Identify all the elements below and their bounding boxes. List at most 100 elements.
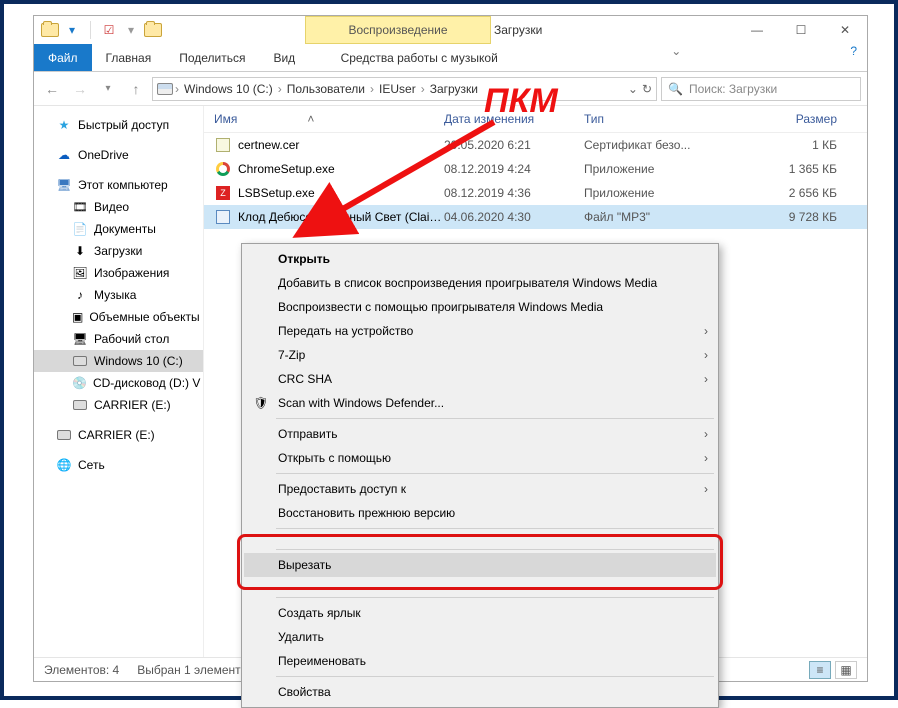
tab-share[interactable]: Поделиться — [165, 44, 259, 71]
file-name: Клод Дебюсси - Лунный Свет (Clair de... — [238, 210, 444, 224]
ctx-7zip[interactable]: 7-Zip› — [244, 343, 716, 367]
ctx-openwith[interactable]: Открыть с помощью› — [244, 446, 716, 470]
ctx-properties[interactable]: Свойства — [244, 680, 716, 704]
file-date: 04.06.2020 4:30 — [444, 210, 584, 224]
window-title: Загрузки — [494, 23, 542, 37]
ctx-add-wmp[interactable]: Добавить в список воспроизведения проигр… — [244, 271, 716, 295]
breadcrumb[interactable]: Windows 10 (C:) — [181, 82, 276, 96]
file-size: 1 365 КБ — [708, 162, 857, 176]
nav-label: Windows 10 (C:) — [94, 354, 183, 368]
ctx-defender[interactable]: 🛡Scan with Windows Defender... — [244, 391, 716, 415]
nav-this-pc[interactable]: 🖥Этот компьютер — [34, 174, 203, 196]
new-folder-icon[interactable] — [143, 20, 163, 40]
nav-carrier-e-2[interactable]: CARRIER (E:) — [34, 424, 203, 446]
column-name[interactable]: Имя˄ — [214, 112, 444, 126]
nav-network[interactable]: 🌐 Сеть — [34, 454, 203, 476]
picture-icon: 🖼 — [72, 265, 88, 281]
details-view-button[interactable]: ≡ — [809, 661, 831, 679]
desktop-icon: 🖥 — [72, 331, 88, 347]
music-icon: ♪ — [72, 287, 88, 303]
history-dropdown-icon[interactable]: ⌄ — [628, 82, 638, 96]
nav-documents[interactable]: 📄Документы — [34, 218, 203, 240]
ctx-restore[interactable]: Восстановить прежнюю версию — [244, 501, 716, 525]
file-date: 08.12.2019 4:24 — [444, 162, 584, 176]
nav-label: Сеть — [78, 458, 105, 472]
disc-icon: 💿 — [72, 375, 87, 391]
ctx-rename[interactable]: Переименовать — [244, 649, 716, 673]
tab-file[interactable]: Файл — [34, 44, 92, 71]
download-icon: ⬇ — [72, 243, 88, 259]
close-button[interactable]: ✕ — [823, 16, 867, 44]
back-button[interactable]: ← — [40, 77, 64, 101]
nav-label: Видео — [94, 200, 129, 214]
search-icon: 🔍 — [668, 82, 683, 96]
nav-drive-c[interactable]: Windows 10 (C:) — [34, 350, 203, 372]
file-type: Файл "MP3" — [584, 210, 708, 224]
address-bar[interactable]: › Windows 10 (C:) › Пользователи › IEUse… — [152, 77, 657, 101]
file-row[interactable]: ChromeSetup.exe 08.12.2019 4:24 Приложен… — [204, 157, 867, 181]
file-row[interactable]: certnew.cer 20.05.2020 6:21 Сертификат б… — [204, 133, 867, 157]
titlebar: ▾ ☑ ▾ Воспроизведение Загрузки — ☐ ✕ — [34, 16, 867, 44]
file-row-selected[interactable]: Клод Дебюсси - Лунный Свет (Clair de... … — [204, 205, 867, 229]
nav-label: Рабочий стол — [94, 332, 169, 346]
folder-icon[interactable] — [40, 20, 60, 40]
context-menu: Открыть Добавить в список воспроизведени… — [241, 243, 719, 708]
ctx-delete[interactable]: Удалить — [244, 625, 716, 649]
icons-view-button[interactable]: ▦ — [835, 661, 857, 679]
ctx-open[interactable]: Открыть — [244, 247, 716, 271]
ctx-cut[interactable]: Вырезать — [244, 553, 716, 577]
chevron-right-icon: › — [704, 324, 708, 338]
nav-3d-objects[interactable]: ▣Объемные объекты — [34, 306, 203, 328]
file-name: ChromeSetup.exe — [238, 162, 444, 176]
chrome-icon — [214, 160, 232, 178]
column-type[interactable]: Тип — [584, 112, 708, 126]
search-input[interactable]: 🔍 Поиск: Загрузки — [661, 77, 861, 101]
breadcrumb[interactable]: Пользователи — [284, 82, 368, 96]
nav-quick-access[interactable]: ★Быстрый доступ — [34, 114, 203, 136]
ribbon-expand-icon[interactable]: ⌄ — [661, 44, 691, 71]
window-controls: — ☐ ✕ — [735, 16, 867, 44]
minimize-button[interactable]: — — [735, 16, 779, 44]
breadcrumb[interactable]: Загрузки — [427, 82, 481, 96]
nav-music[interactable]: ♪Музыка — [34, 284, 203, 306]
nav-carrier-e[interactable]: CARRIER (E:) — [34, 394, 203, 416]
nav-desktop[interactable]: 🖥 Рабочий стол — [34, 328, 203, 350]
ctx-crcsha[interactable]: CRC SHA› — [244, 367, 716, 391]
network-icon: 🌐 — [56, 457, 72, 473]
column-size[interactable]: Размер — [708, 112, 857, 126]
dropdown-icon[interactable]: ▾ — [62, 20, 82, 40]
chevron-right-icon: › — [175, 82, 179, 96]
nav-videos[interactable]: 🎞Видео — [34, 196, 203, 218]
recent-dropdown-icon[interactable]: ▾ — [96, 77, 120, 101]
ctx-shortcut[interactable]: Создать ярлык — [244, 601, 716, 625]
properties-icon[interactable]: ☑ — [99, 20, 119, 40]
nav-downloads[interactable]: ⬇Загрузки — [34, 240, 203, 262]
breadcrumb[interactable]: IEUser — [376, 82, 419, 96]
up-button[interactable]: ↑ — [124, 77, 148, 101]
maximize-button[interactable]: ☐ — [779, 16, 823, 44]
help-icon[interactable]: ? — [840, 44, 867, 71]
app-icon: Z — [214, 184, 232, 202]
ctx-sendto[interactable]: Отправить› — [244, 422, 716, 446]
nav-label: Изображения — [94, 266, 169, 280]
certificate-icon — [214, 136, 232, 154]
tab-home[interactable]: Главная — [92, 44, 166, 71]
chevron-right-icon: › — [704, 372, 708, 386]
nav-pictures[interactable]: 🖼 Изображения — [34, 262, 203, 284]
tab-music-tools[interactable]: Средства работы с музыкой — [326, 44, 512, 71]
nav-onedrive[interactable]: ☁OneDrive — [34, 144, 203, 166]
document-icon: 📄 — [72, 221, 88, 237]
forward-button[interactable]: → — [68, 77, 92, 101]
chevron-right-icon: › — [704, 451, 708, 465]
refresh-icon[interactable]: ↻ — [642, 82, 652, 96]
ctx-play-wmp[interactable]: Воспроизвести с помощью проигрывателя Wi… — [244, 295, 716, 319]
file-size: 9 728 КБ — [708, 210, 857, 224]
file-row[interactable]: Z LSBSetup.exe 08.12.2019 4:36 Приложени… — [204, 181, 867, 205]
ctx-giveaccess[interactable]: Предоставить доступ к› — [244, 477, 716, 501]
drive-icon — [56, 427, 72, 443]
dropdown-icon[interactable]: ▾ — [121, 20, 141, 40]
nav-cdrom[interactable]: 💿CD-дисковод (D:) V — [34, 372, 203, 394]
drive-icon — [72, 397, 88, 413]
ctx-cast[interactable]: Передать на устройство› — [244, 319, 716, 343]
tab-view[interactable]: Вид — [259, 44, 309, 71]
